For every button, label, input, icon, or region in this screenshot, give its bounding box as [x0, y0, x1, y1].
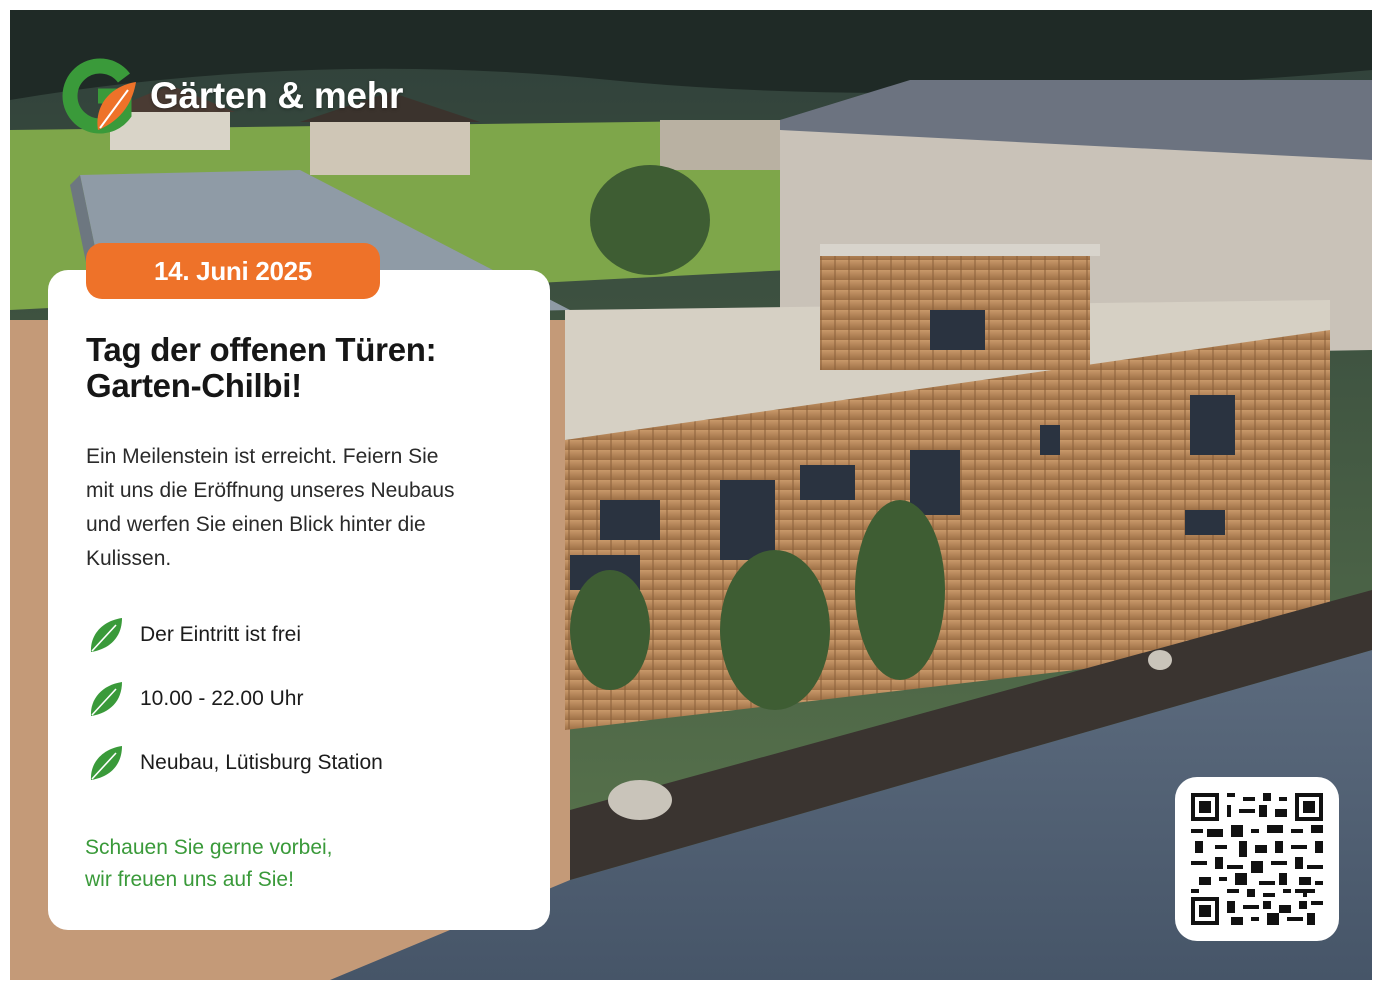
- event-title-line-2: Garten-Chilbi!: [86, 367, 302, 404]
- garden-g-logo-icon: [62, 58, 136, 134]
- leaf-icon: [90, 618, 122, 652]
- closing-message: Schauen Sie gerne vorbei, wir freuen uns…: [85, 832, 525, 896]
- brand-name: Gärten & mehr: [150, 75, 404, 116]
- intro-line: und werfen Sie einen Blick hinter die: [86, 513, 426, 536]
- fact-location: Neubau, Lütisburg Station: [86, 731, 526, 795]
- intro-line: Kulissen.: [86, 547, 172, 570]
- event-title: Tag der offenen Türen: Garten-Chilbi!: [86, 332, 526, 404]
- event-intro: Ein Meilenstein ist erreicht. Feiern Sie…: [86, 440, 526, 576]
- fact-text: Neubau, Lütisburg Station: [140, 751, 383, 774]
- fact-hours: 10.00 - 22.00 Uhr: [86, 667, 526, 731]
- qr-code[interactable]: [1175, 777, 1339, 941]
- fact-text: Der Eintritt ist frei: [140, 623, 302, 646]
- qr-code-icon: [1191, 793, 1323, 925]
- fact-text: 10.00 - 22.00 Uhr: [140, 687, 304, 710]
- event-facts: Der Eintritt ist frei 10.00 - 22.00 Uhr …: [86, 603, 526, 795]
- event-title-line-1: Tag der offenen Türen:: [86, 331, 437, 368]
- date-badge: 14. Juni 2025: [86, 243, 380, 299]
- leaf-icon: [90, 682, 122, 716]
- intro-line: Ein Meilenstein ist erreicht. Feiern Sie: [86, 445, 439, 468]
- fact-admission: Der Eintritt ist frei: [86, 603, 526, 667]
- leaf-icon: [90, 746, 122, 780]
- closing-line-1: Schauen Sie gerne vorbei,: [85, 836, 333, 859]
- intro-line: mit uns die Eröffnung unseres Neubaus: [86, 479, 455, 502]
- closing-line-2: wir freuen uns auf Sie!: [85, 868, 294, 891]
- brand-logo: Gärten & mehr: [54, 56, 403, 136]
